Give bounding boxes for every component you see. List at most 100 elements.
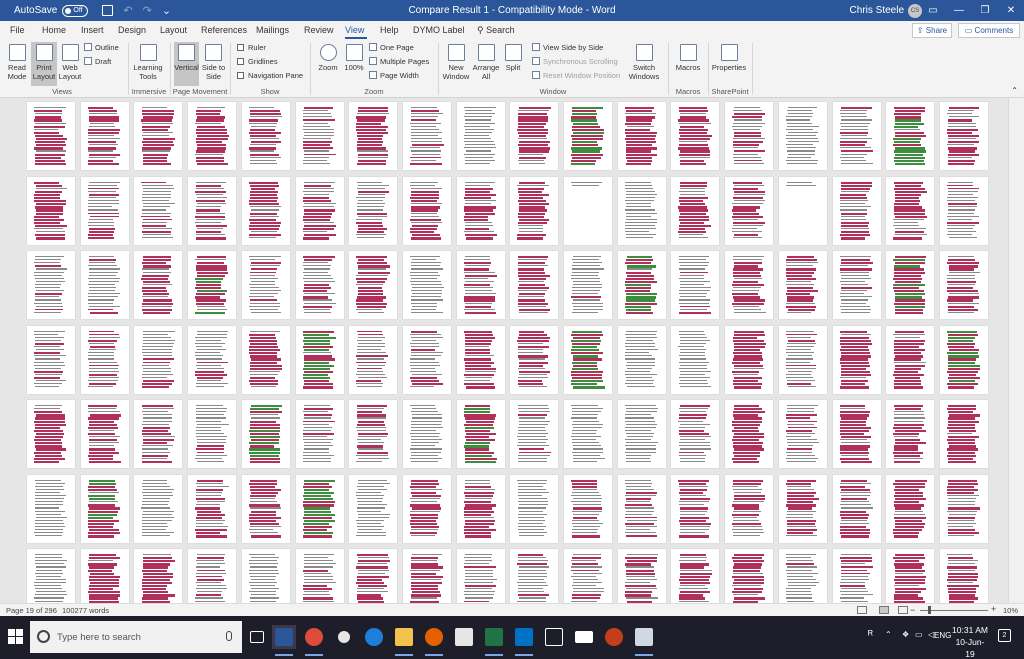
learning-tools-button[interactable]: Learning Tools [133,44,163,81]
page-thumbnail[interactable] [886,251,935,319]
tab-review[interactable]: Review [304,25,334,35]
people-tray-icon[interactable]: ᴿ [868,629,873,659]
microphone-icon[interactable] [226,631,232,641]
page-thumbnail[interactable] [27,176,75,245]
tab-file[interactable]: File [10,25,25,35]
page-thumbnail[interactable] [886,400,935,468]
page-thumbnail[interactable] [295,102,344,170]
zoom-100-button[interactable]: 100% [342,44,366,72]
tell-me-search[interactable]: ⚲ Search [477,25,515,36]
page-thumbnail[interactable] [402,400,451,468]
arrange-all-button[interactable]: Arrange All [472,44,500,81]
page-thumbnail[interactable] [939,176,988,245]
mail-icon[interactable] [572,625,596,649]
page-thumbnail[interactable] [725,549,774,603]
tab-view[interactable]: View [345,25,364,35]
outline-button[interactable]: Outline [84,43,119,53]
page-thumbnail[interactable] [402,251,451,319]
tab-layout[interactable]: Layout [160,25,187,35]
page-thumbnail[interactable] [725,251,774,319]
page-thumbnail[interactable] [778,102,827,170]
page-thumbnail[interactable] [456,325,505,394]
page-thumbnail[interactable] [671,400,720,468]
page-thumbnail[interactable] [617,251,666,319]
document-canvas[interactable] [0,98,1024,603]
page-thumbnail[interactable] [27,400,75,468]
page-thumbnail[interactable] [617,102,666,170]
page-thumbnail[interactable] [188,325,237,394]
page-thumbnail[interactable] [617,400,666,468]
page-thumbnail[interactable] [617,325,666,394]
print-layout-button[interactable]: Print Layout [31,42,57,86]
navigation-pane-checkbox[interactable]: Navigation Pane [237,71,303,81]
page-thumbnail[interactable] [510,400,559,468]
zoom-slider-thumb[interactable] [928,606,931,614]
page-thumbnail[interactable] [832,549,881,603]
page-thumbnail[interactable] [295,176,344,245]
gridlines-checkbox[interactable]: Gridlines [237,57,278,67]
dropbox-icon[interactable]: ❖ [902,630,909,659]
page-thumbnail[interactable] [832,102,881,170]
taskbar-search[interactable]: Type here to search [30,621,242,653]
excel-icon[interactable] [482,625,506,656]
page-thumbnail[interactable] [402,102,451,170]
outlook-icon[interactable] [512,625,536,656]
page-thumbnail[interactable] [510,325,559,394]
tab-help[interactable]: Help [380,25,399,35]
share-button[interactable]: ⇪ Share [912,23,952,38]
tab-design[interactable]: Design [118,25,146,35]
network-icon[interactable]: ▭ [915,630,923,659]
page-thumbnail[interactable] [402,549,451,603]
collapse-ribbon-icon[interactable]: ⌃ [1011,86,1018,95]
page-thumbnail[interactable] [939,102,988,170]
page-thumbnail[interactable] [725,102,774,170]
page-thumbnail[interactable] [886,325,935,394]
page-thumbnail[interactable] [510,176,559,245]
word-count[interactable]: 100277 words [62,606,109,615]
undo-icon[interactable]: ↶ [123,4,132,17]
page-thumbnail[interactable] [134,176,183,245]
draft-button[interactable]: Draft [84,57,111,67]
page-thumbnail[interactable] [80,325,129,394]
page-thumbnail[interactable] [617,474,666,543]
multiple-pages-button[interactable]: Multiple Pages [369,57,429,67]
page-thumbnail[interactable] [456,549,505,603]
synchronous-scrolling-button[interactable]: Synchronous Scrolling [532,57,618,67]
page-thumbnail[interactable] [617,176,666,245]
page-thumbnail[interactable] [939,474,988,543]
page-thumbnail[interactable] [725,325,774,394]
page-thumbnail[interactable] [134,325,183,394]
web-layout-button[interactable]: Web Layout [58,44,82,81]
page-thumbnail[interactable] [671,102,720,170]
page-thumbnail[interactable] [80,176,129,245]
page-thumbnail[interactable] [402,325,451,394]
page-thumbnail[interactable] [886,549,935,603]
page-thumbnail[interactable] [295,325,344,394]
notifications-icon[interactable]: 2 [998,629,1011,642]
page-thumbnail[interactable] [778,549,827,603]
page-thumbnail[interactable] [80,549,129,603]
firefox-icon[interactable] [422,625,446,656]
page-thumbnail[interactable] [134,251,183,319]
page-thumbnail[interactable] [778,474,827,543]
page-thumbnail[interactable] [241,251,290,319]
page-thumbnail[interactable] [617,549,666,603]
view-side-by-side-button[interactable]: View Side by Side [532,43,603,53]
page-thumbnail[interactable] [188,549,237,603]
calendar-icon[interactable] [542,625,566,649]
redo-icon[interactable]: ↷ [143,4,152,17]
zoom-percent[interactable]: 10% [1003,606,1018,615]
page-thumbnail[interactable] [886,102,935,170]
page-count[interactable]: Page 19 of 296 [6,606,57,615]
page-thumbnail[interactable] [80,474,129,543]
page-thumbnail[interactable] [671,325,720,394]
page-thumbnail[interactable] [456,400,505,468]
page-thumbnail[interactable] [939,400,988,468]
page-thumbnail[interactable] [241,474,290,543]
read-mode-button[interactable]: Read Mode [4,44,30,81]
page-thumbnail[interactable] [939,251,988,319]
macros-button[interactable]: Macros [674,44,702,72]
page-thumbnail[interactable] [671,251,720,319]
page-thumbnail[interactable] [188,176,237,245]
page-thumbnail[interactable] [564,102,612,170]
